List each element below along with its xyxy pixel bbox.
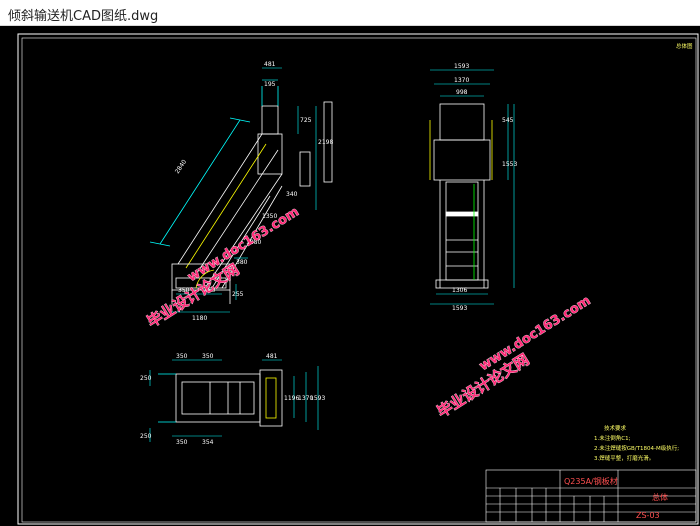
- dim-label: 481: [264, 61, 276, 68]
- dim-label: 195: [264, 81, 276, 88]
- dim-label: 350: [202, 353, 214, 360]
- dim-label: 354: [202, 439, 214, 446]
- dim-label: 1306: [452, 287, 467, 294]
- dim-label: 2198: [318, 139, 333, 146]
- dim-label: 1180: [192, 315, 207, 322]
- tech-note-line: 1.未注倒角C1;: [594, 434, 631, 442]
- corner-mark: 总体图: [676, 42, 693, 50]
- dim-label: 380: [236, 259, 248, 266]
- title-block-drawing-no: ZS-03: [636, 511, 660, 520]
- title-block-part-name: 总体: [652, 492, 668, 502]
- watermark-right: 毕业设计论文网 www.doc163.com: [434, 293, 594, 421]
- window-titlebar: 倾斜输送机CAD图纸.dwg: [0, 0, 700, 26]
- tech-note-line: 2.未注焊缝按GB/T1804-M级执行;: [594, 444, 679, 452]
- dim-label: 1593: [310, 395, 325, 402]
- dim-label: 1593: [454, 63, 469, 70]
- watermark-line2: www.doc163.com: [185, 204, 302, 285]
- dim-label: 481: [266, 353, 278, 360]
- dim-label: 350: [176, 439, 188, 446]
- dim-label: 725: [300, 117, 312, 124]
- dim-label: 1370: [454, 77, 469, 84]
- top-view: [158, 369, 283, 427]
- dim-label: 545: [502, 117, 514, 124]
- title-block-material: Q235A/钢板材: [564, 476, 618, 486]
- watermark-line2: www.doc163.com: [477, 293, 594, 374]
- front-view-dims: [430, 69, 515, 305]
- dim-label: 250: [140, 375, 152, 382]
- cad-drawing[interactable]: 总体图 481 195 725 2198 2840 340 1350 1880 …: [0, 26, 700, 526]
- window-title: 倾斜输送机CAD图纸.dwg: [8, 9, 159, 24]
- dim-label: 1553: [502, 161, 517, 168]
- front-view: [429, 103, 493, 289]
- tech-notes-title: 技术要求: [604, 424, 627, 432]
- dim-label: 1593: [452, 305, 467, 312]
- dim-label: 250: [140, 433, 152, 440]
- dim-label: 2840: [174, 158, 188, 175]
- cad-canvas[interactable]: 总体图 481 195 725 2198 2840 340 1350 1880 …: [0, 26, 700, 526]
- dim-label: 255: [232, 291, 244, 298]
- dim-label: 350: [176, 353, 188, 360]
- dim-label: 998: [456, 89, 468, 96]
- tech-note-line: 3.焊缝平整，打磨光滑。: [594, 454, 654, 462]
- dim-label: 340: [286, 191, 298, 198]
- tech-notes: 技术要求 1.未注倒角C1; 2.未注焊缝按GB/T1804-M级执行; 3.焊…: [594, 424, 679, 462]
